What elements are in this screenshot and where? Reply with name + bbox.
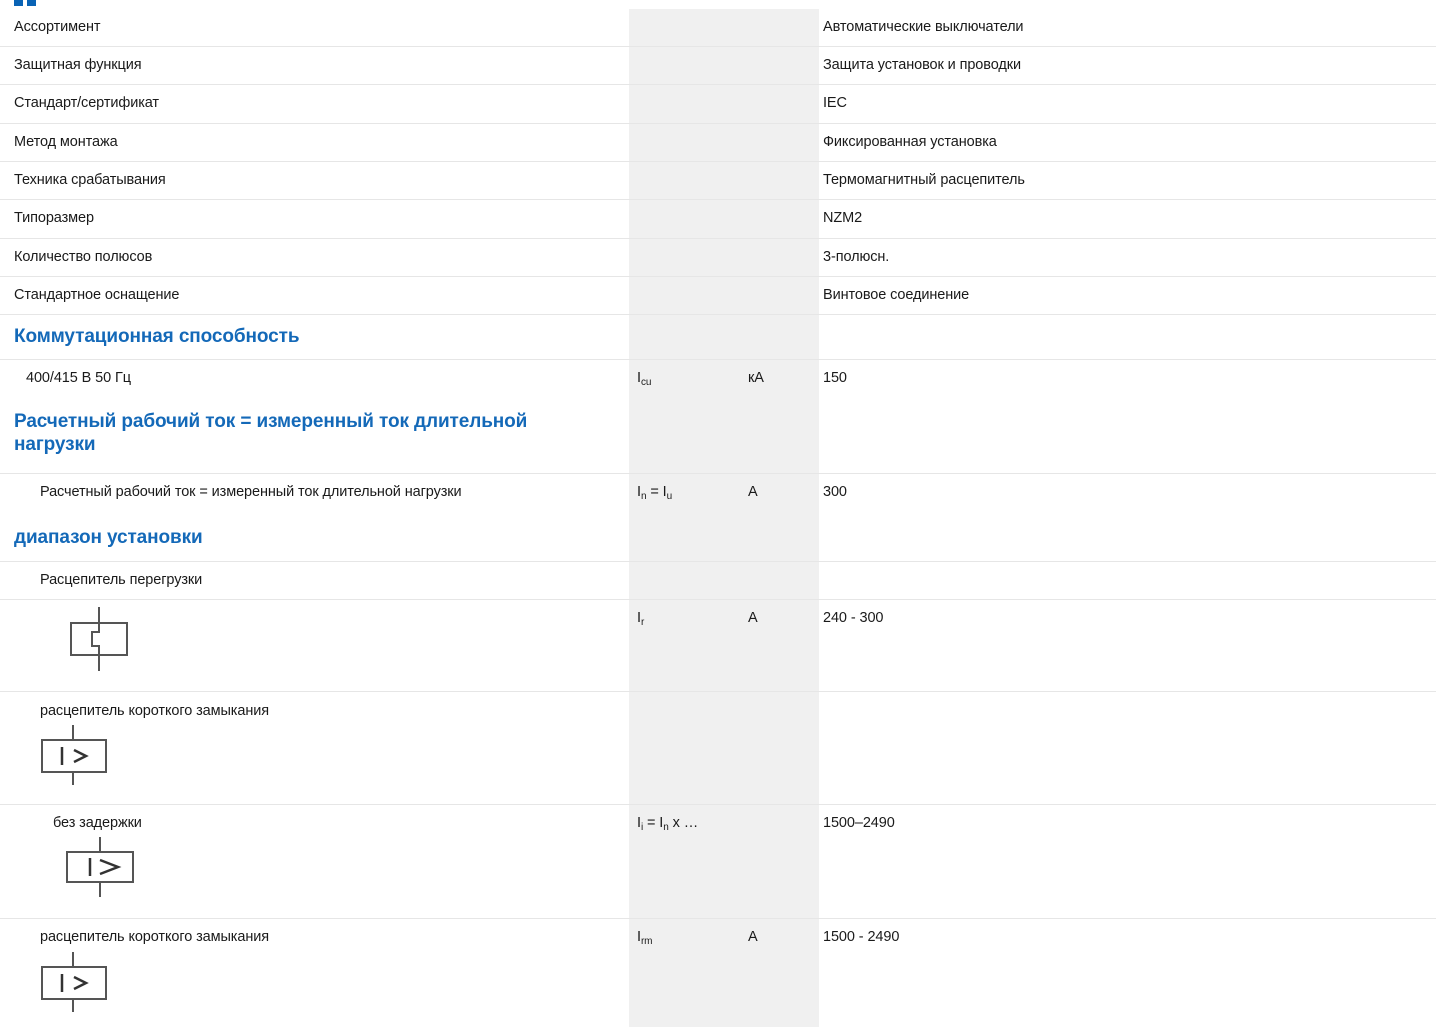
row-value: Винтовое соединение: [823, 287, 970, 303]
unit-cell: кА: [748, 370, 764, 386]
table-row: Ir A 240 - 300: [0, 600, 1436, 692]
row-label: 400/415 В 50 Гц: [26, 370, 131, 386]
instantaneous-release-icon: [66, 837, 134, 897]
row-label: Стандартное оснащение: [14, 287, 180, 303]
row-label: Расцепитель перегрузки: [40, 572, 203, 588]
unit-cell: A: [748, 610, 758, 626]
table-row: Количество полюсов 3-полюсн.: [0, 239, 1436, 277]
section-header-row: диапазон установки: [0, 519, 1436, 562]
table-row: Метод монтажа Фиксированная установка: [0, 124, 1436, 162]
table-row: без задержки Ii = In x … 1500–2490: [0, 805, 1436, 919]
table-row: Защитная функция Защита установок и пров…: [0, 47, 1436, 85]
section-header-row: Расчетный рабочий ток = измеренный ток д…: [0, 400, 1436, 474]
row-label: Расчетный рабочий ток = измеренный ток д…: [40, 484, 462, 500]
row-value: 150: [823, 370, 847, 386]
thermal-release-icon: [70, 607, 128, 671]
row-label: Ассортимент: [14, 19, 101, 35]
table-row: Типоразмер NZM2: [0, 200, 1436, 239]
row-value: 3-полюсн.: [823, 249, 890, 265]
symbol-cell: Ir: [637, 610, 645, 628]
row-value: Термомагнитный расцепитель: [823, 172, 1025, 188]
table-row: расцепитель короткого замыкания Irm A 15…: [0, 919, 1436, 1027]
row-label: Типоразмер: [14, 210, 94, 226]
row-label: Метод монтажа: [14, 134, 118, 150]
row-value: NZM2: [823, 210, 863, 226]
row-label: расцепитель короткого замыкания: [40, 703, 269, 719]
symbol-cell: Ii = In x …: [637, 815, 699, 833]
table-row: Ассортимент Автоматические выключатели: [0, 9, 1436, 47]
row-value: Фиксированная установка: [823, 134, 997, 150]
section-heading-breaking-capacity: Коммутационная способность: [14, 326, 300, 347]
table-row: Стандарт/сертификат IEC: [0, 85, 1436, 124]
row-label: без задержки: [53, 815, 142, 831]
symbol-cell: Icu: [637, 370, 652, 388]
table-row: Расцепитель перегрузки: [0, 562, 1436, 600]
table-row: Расчетный рабочий ток = измеренный ток д…: [0, 474, 1436, 519]
row-label: расцепитель короткого замыкания: [40, 929, 269, 945]
instantaneous-release-icon: [41, 952, 107, 1012]
row-value: 240 - 300: [823, 610, 884, 626]
symbol-cell: In = Iu: [637, 484, 673, 502]
row-label: Количество полюсов: [14, 249, 153, 265]
row-label: Защитная функция: [14, 57, 142, 73]
section-heading-setting-range: диапазон установки: [14, 527, 203, 548]
table-row: расцепитель короткого замыкания: [0, 692, 1436, 805]
row-value: 1500–2490: [823, 815, 895, 831]
table-row: 400/415 В 50 Гц Icu кА 150: [0, 360, 1436, 400]
row-value: Защита установок и проводки: [823, 57, 1021, 73]
table-row: Стандартное оснащение Винтовое соединени…: [0, 277, 1436, 315]
section-heading-rated-current: Расчетный рабочий ток = измеренный ток д…: [14, 411, 528, 455]
symbol-cell: Irm: [637, 929, 653, 947]
instantaneous-release-icon: [41, 725, 107, 785]
row-value: Автоматические выключатели: [823, 19, 1024, 35]
row-value: 1500 - 2490: [823, 929, 900, 945]
row-value: 300: [823, 484, 847, 500]
unit-cell: A: [748, 484, 758, 500]
section-title-marker: [14, 0, 38, 6]
row-value: IEC: [823, 95, 847, 111]
unit-cell: A: [748, 929, 758, 945]
table-row: Техника срабатывания Термомагнитный расц…: [0, 162, 1436, 200]
section-header-row: Коммутационная способность: [0, 315, 1436, 360]
row-label: Стандарт/сертификат: [14, 95, 159, 111]
row-label: Техника срабатывания: [14, 172, 166, 188]
